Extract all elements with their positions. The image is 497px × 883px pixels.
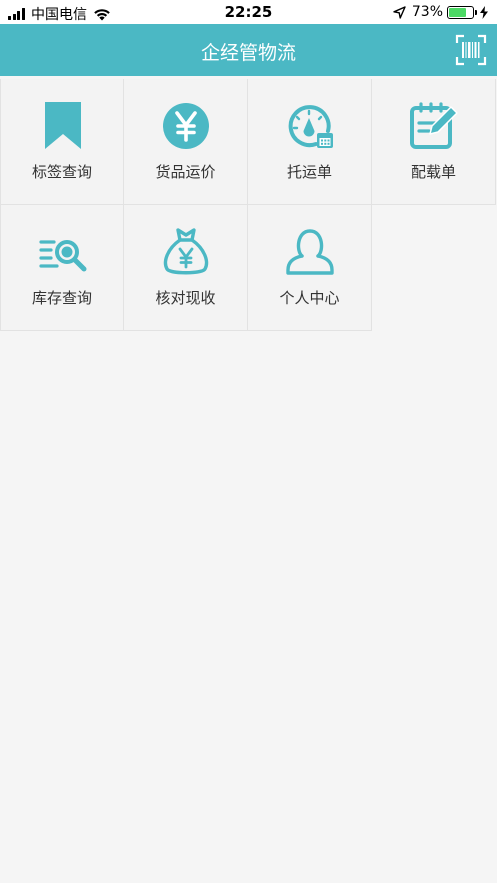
menu-item-label: 货品运价 (155, 163, 216, 181)
menu-item-label: 配载单 (410, 163, 456, 181)
notepad-pen-icon (410, 102, 458, 149)
battery-fill (449, 7, 466, 17)
battery-percent: 73% (411, 4, 443, 20)
menu-item-label: 托运单 (286, 163, 332, 181)
menu-item-personal-center[interactable]: 个人中心 (248, 205, 372, 331)
status-right: 73% (393, 4, 489, 20)
status-bar: 中国电信 22:25 73% (0, 0, 497, 24)
menu-item-consignment[interactable]: 托运单 (248, 79, 372, 205)
page-title: 企经管物流 (200, 42, 296, 64)
menu-item-verify-cash[interactable]: 核对现收 (124, 205, 248, 331)
location-arrow-icon (393, 5, 406, 19)
menu-item-label: 核对现收 (155, 289, 216, 307)
menu-item-label-query[interactable]: 标签查询 (0, 79, 124, 205)
bookmark-icon (45, 102, 81, 149)
menu-item-label: 个人中心 (279, 289, 340, 307)
menu-item-label: 库存查询 (31, 289, 92, 307)
yuan-coin-icon (163, 103, 209, 149)
nav-bar: 企经管物流 (0, 24, 497, 76)
user-icon (286, 229, 334, 275)
barcode-scan-icon (455, 34, 487, 66)
battery-icon (447, 5, 477, 19)
gauge-calendar-icon (288, 105, 333, 148)
menu-item-goods-price[interactable]: 货品运价 (124, 79, 248, 205)
menu-item-loading-list[interactable]: 配载单 (372, 79, 496, 205)
menu-item-label: 标签查询 (31, 163, 92, 181)
charging-bolt-icon (480, 5, 488, 19)
money-bag-icon (163, 228, 209, 275)
menu-item-inventory-query[interactable]: 库存查询 (0, 205, 124, 331)
list-search-icon (39, 240, 87, 272)
scan-button[interactable] (455, 34, 487, 66)
